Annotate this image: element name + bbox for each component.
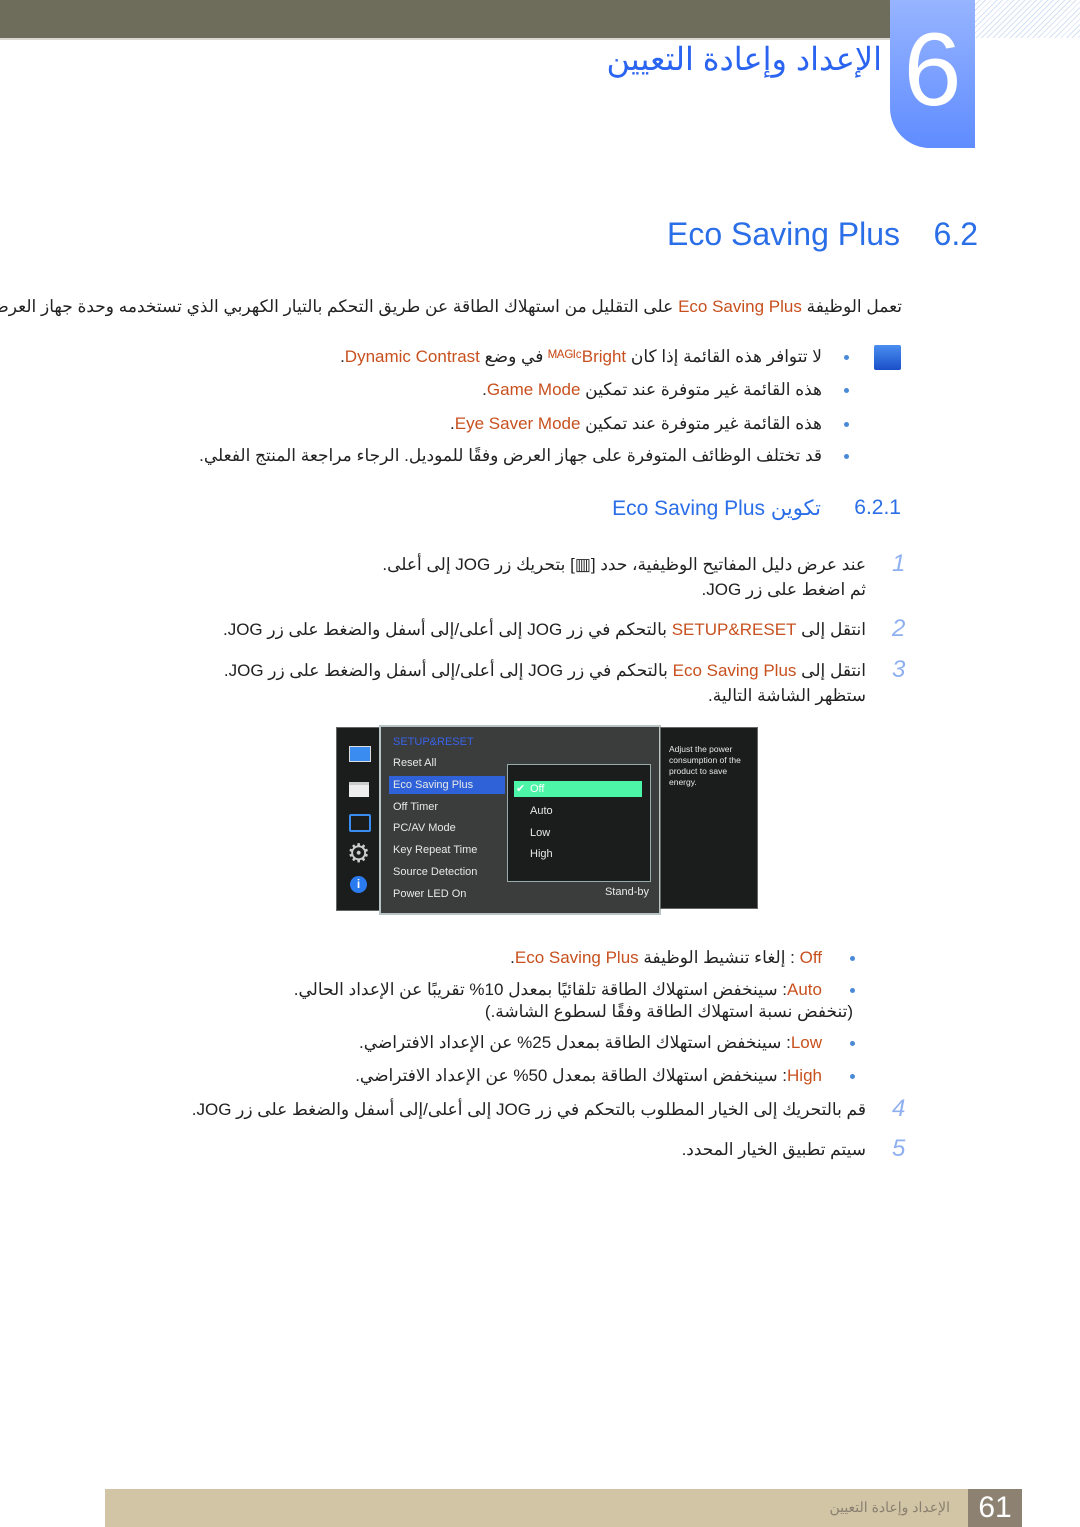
step-number: 1 [892,550,906,577]
chapter-number: 6 [890,0,975,148]
text: هذه القائمة غير متوفرة عند تمكين [580,380,822,399]
note-item: لا تتوافر هذه القائمة إذا كان ᴹᴬᴳᴵᶜBrigh… [340,347,822,367]
intro-text: تعمل الوظيفة Eco Saving Plus على التقليل… [0,297,902,317]
option-item: Off : إلغاء تنشيط الوظيفة Eco Saving Plu… [510,948,822,968]
gear-icon: ⚙ [347,838,371,868]
section-title: Eco Saving Plus [666,216,900,252]
text: : سينخفض استهلاك الطاقة تلقائيًا بمعدل 1… [293,980,788,999]
osd-menu-item[interactable]: Key Repeat Time [393,841,477,859]
highlight-term: Low [790,1033,822,1052]
bullet [844,388,849,393]
osd-menu-item[interactable]: Off Timer [393,798,438,816]
osd-main-panel: SETUP&RESET Reset All Eco Saving Plus Off … [379,725,661,915]
highlight-term: Off [799,948,822,967]
osd-menu-item[interactable]: Reset All [393,754,436,772]
text: سيتم تطبيق الخيار المحدد. [681,1140,866,1159]
highlight-term: Dynamic Contrast [344,347,480,366]
text: : إلغاء تنشيط الوظيفة [638,948,800,967]
highlight-term: Eye Saver Mode [454,414,581,433]
header-bar [0,0,890,40]
osd-header: SETUP&RESET [393,736,474,748]
power-led-value: Stand-by [604,886,649,898]
text: في وضع [479,347,549,366]
highlight-term: Eco Saving Plus [514,948,639,967]
bullet [850,988,855,993]
highlight-term: Eco Saving Plus [672,661,797,680]
bullet [850,1074,855,1079]
option-item: (تنخفض نسبة استهلاك الطاقة وفقًا لسطوع ا… [485,1002,853,1022]
note-item: هذه القائمة غير متوفرة عند تمكين Eye Sav… [450,414,822,434]
text: : سينخفض استهلاك الطاقة بمعدل 25% عن الإ… [358,1033,791,1052]
option-item: High: سينخفض استهلاك الطاقة بمعدل 50% عن… [355,1066,822,1086]
text: (تنخفض نسبة استهلاك الطاقة وفقًا لسطوع ا… [484,1002,853,1021]
step-number: 2 [892,615,906,642]
step-number: 4 [892,1095,906,1122]
osd-menu-item[interactable]: Power LED On [393,885,466,903]
osd-menu-screenshot: ⚙ i SETUP&RESET Reset All Eco Saving Plus… [336,725,760,915]
osd-menu-item[interactable]: Source Detection [393,863,477,881]
osd-submenu-item[interactable]: Auto [530,803,553,819]
step-number: 3 [892,656,906,683]
text: قم بالتحريك إلى الخيار المطلوب بالتحكم ف… [191,1100,866,1119]
text: انتقل إلى [796,620,866,639]
note-icon [874,345,901,370]
text: لا تتوافر هذه القائمة إذا كان [626,347,822,366]
info-icon: i [350,876,367,893]
subsection-title: تكوين Eco Saving Plus [612,497,821,520]
highlight-term: Auto [787,980,822,999]
highlight-term: High [787,1066,822,1085]
step-number: 5 [892,1135,906,1162]
text: قد تختلف الوظائف المتوفرة على جهاز العرض… [199,446,822,465]
step-text: عند عرض دليل المفاتيح الوظيفية، حدد [▥] … [382,555,866,575]
note-item: هذه القائمة غير متوفرة عند تمكين Game Mo… [482,380,822,400]
bullet [850,956,855,961]
text: انتقل إلى [796,661,866,680]
highlight-term: SETUP&RESET [671,620,797,639]
bullet [844,355,849,360]
option-item: Low: سينخفض استهلاك الطاقة بمعدل 25% عن … [359,1033,822,1053]
step-text: سيتم تطبيق الخيار المحدد. [682,1140,866,1160]
check-icon: ✔ [516,783,526,795]
osd-submenu-item[interactable]: High [530,846,553,862]
bullet [844,454,849,459]
bullet [850,1041,855,1046]
chapter-title: الإعداد وإعادة التعيين [606,41,882,77]
osd-icon-column: ⚙ i [336,727,380,911]
page-number: 61 [968,1489,1022,1527]
step-text: انتقل إلى SETUP&RESET بالتحكم في زر JOG … [223,620,866,640]
text: بالتحكم في زر JOG إلى أعلى/إلى أسفل والض… [222,620,672,639]
osd-help-text: Adjust the power consumption of the prod… [660,727,758,909]
resize-icon [349,814,371,832]
highlight-term: Eco Saving Plus [678,297,802,316]
step-text: ستظهر الشاشة التالية. [708,686,866,706]
osd-menu-item[interactable]: Eco Saving Plus [389,775,505,794]
monitor-icon [349,746,371,762]
section-number: 6.2 [933,216,978,252]
bullet [844,422,849,427]
highlight-term: Game Mode [486,380,581,399]
note-item: قد تختلف الوظائف المتوفرة على جهاز العرض… [199,446,822,466]
step-text: ثم اضغط على زر JOG. [702,580,866,600]
subsection-number: 6.2.1 [854,496,901,519]
text: على التقليل من استهلاك الطاقة عن طريق ال… [0,297,679,316]
osd-submenu-item[interactable]: Low [530,825,550,841]
step-text: انتقل إلى Eco Saving Plus بالتحكم في زر … [224,661,866,681]
text: : سينخفض استهلاك الطاقة بمعدل 50% عن الإ… [355,1066,788,1085]
option-item: Auto: سينخفض استهلاك الطاقة تلقائيًا بمع… [294,980,822,1000]
text: ستظهر الشاشة التالية. [708,686,866,705]
footer-chapter: الإعداد وإعادة التعيين [829,1499,950,1515]
osd-submenu-item[interactable]: ✔ Off [514,781,642,797]
highlight-term: ᴹᴬᴳᴵᶜBright [548,347,627,366]
picture-icon [349,782,369,797]
step-text: قم بالتحريك إلى الخيار المطلوب بالتحكم ف… [192,1100,866,1120]
text: ثم اضغط على زر JOG. [701,580,866,599]
header-pattern [975,0,1080,38]
text: تعمل الوظيفة [801,297,902,316]
osd-submenu: ✔ Off Auto Low High [507,764,651,882]
text: هذه القائمة غير متوفرة عند تمكين [580,414,822,433]
text: عند عرض دليل المفاتيح الوظيفية، حدد [▥] … [382,555,866,574]
text: بالتحكم في زر JOG إلى أعلى/إلى أسفل والض… [223,661,673,680]
osd-menu-item[interactable]: PC/AV Mode [393,819,456,837]
